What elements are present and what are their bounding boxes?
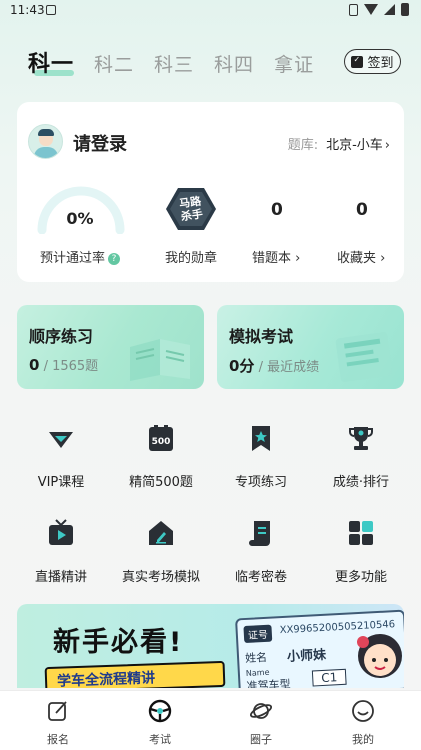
- favorites-link[interactable]: 收藏夹 ›: [337, 247, 385, 266]
- grid-item-ranking[interactable]: 成绩·排行: [311, 423, 411, 490]
- smile-icon: [352, 700, 374, 722]
- avatar[interactable]: [28, 124, 63, 159]
- calendar-check-icon: [351, 55, 364, 68]
- help-icon: ?: [108, 253, 121, 265]
- bottom-tab-bar: 报名 考试 圈子 我的: [0, 690, 421, 750]
- tab-get-license[interactable]: 拿证: [274, 50, 314, 77]
- exam-paper-icon: [335, 332, 393, 382]
- notification-icon: [46, 5, 56, 15]
- edit-icon: [48, 701, 67, 721]
- vip-diamond-icon: [49, 432, 73, 448]
- grid-icon: [349, 521, 373, 545]
- 500-board-icon: 500: [149, 425, 173, 451]
- tab-subject-4[interactable]: 科四: [214, 50, 254, 77]
- planet-icon: [249, 703, 273, 719]
- grid-item-secret-paper[interactable]: 临考密卷: [211, 518, 311, 585]
- grid-item-more[interactable]: 更多功能: [311, 518, 411, 585]
- banner-headline: 新手必看!: [53, 627, 184, 658]
- steering-wheel-icon: [148, 699, 172, 723]
- tab-exam[interactable]: 考试: [130, 699, 190, 747]
- sequential-title: 顺序练习: [29, 327, 94, 346]
- trophy-icon: [349, 427, 373, 450]
- tab-subject-2[interactable]: 科二: [94, 50, 134, 77]
- vibrate-icon: [349, 3, 358, 16]
- question-bank-selector[interactable]: 题库: 北京-小车 ›: [288, 134, 390, 153]
- promo-banner[interactable]: 新手必看! 学车全流程精讲 证号 XX9965200505210546 姓名 Na…: [17, 604, 404, 688]
- girl-illustration: [357, 634, 402, 678]
- status-icons: [349, 3, 409, 16]
- login-link[interactable]: 请登录: [73, 130, 127, 156]
- sequential-progress: 0 / 1565题: [29, 356, 99, 374]
- mock-title: 模拟考试: [229, 327, 294, 346]
- chevron-right-icon: ›: [384, 138, 390, 153]
- medal-badge[interactable]: 马路 杀手: [166, 186, 216, 232]
- grid-item-special-practice[interactable]: 专项练习: [211, 423, 311, 490]
- wifi-icon: [364, 4, 378, 15]
- tab-profile[interactable]: 我的: [333, 699, 393, 747]
- svg-text:500: 500: [152, 437, 171, 447]
- pass-rate-label[interactable]: 预计通过率?: [40, 247, 121, 266]
- open-book-icon: [130, 339, 190, 381]
- battery-icon: [401, 3, 409, 16]
- status-time: 11:43: [10, 3, 45, 17]
- status-bar: 11:43: [0, 0, 421, 22]
- checkin-button[interactable]: 签到: [344, 49, 401, 74]
- bank-label: 题库:: [287, 138, 319, 153]
- tab-register[interactable]: 报名: [28, 699, 88, 747]
- banner-strip: 学车全流程精讲: [44, 660, 226, 688]
- sequential-practice-card[interactable]: 顺序练习 0 / 1565题: [17, 305, 204, 389]
- mock-score: 0分 / 最近成绩: [229, 357, 320, 375]
- grid-item-live[interactable]: 直播精讲: [11, 518, 111, 585]
- tab-community[interactable]: 圈子: [231, 699, 291, 747]
- grid-item-vip[interactable]: VIP课程: [11, 423, 111, 490]
- wrong-book-link[interactable]: 错题本 ›: [252, 247, 300, 266]
- tab-subject-3[interactable]: 科三: [154, 50, 194, 77]
- bank-value: 北京-小车: [326, 138, 383, 153]
- mock-exam-card[interactable]: 模拟考试 0分 / 最近成绩: [217, 305, 404, 389]
- pass-rate-value: 0%: [66, 209, 94, 228]
- tab-subject-1[interactable]: 科一: [28, 46, 75, 78]
- signal-icon: [384, 4, 395, 15]
- medal-label[interactable]: 我的勋章: [165, 247, 217, 266]
- favorite-count: 0: [356, 200, 368, 220]
- scroll-icon: [249, 521, 270, 546]
- checkin-label: 签到: [367, 56, 394, 71]
- house-pen-icon: [149, 521, 173, 545]
- wrong-count: 0: [271, 200, 283, 220]
- grid-item-500[interactable]: 500 精简500题: [111, 423, 211, 490]
- subject-tabs: 科一 科二 科三 科四 拿证: [28, 46, 314, 78]
- grid-item-real-exam[interactable]: 真实考场模拟: [111, 518, 211, 585]
- bookmark-star-icon: [252, 426, 270, 451]
- tv-play-icon: [49, 519, 73, 545]
- user-card: 请登录 题库: 北京-小车 › 0% 预计通过率? 马路 杀手 我的勋章 0 错题本 …: [17, 102, 404, 282]
